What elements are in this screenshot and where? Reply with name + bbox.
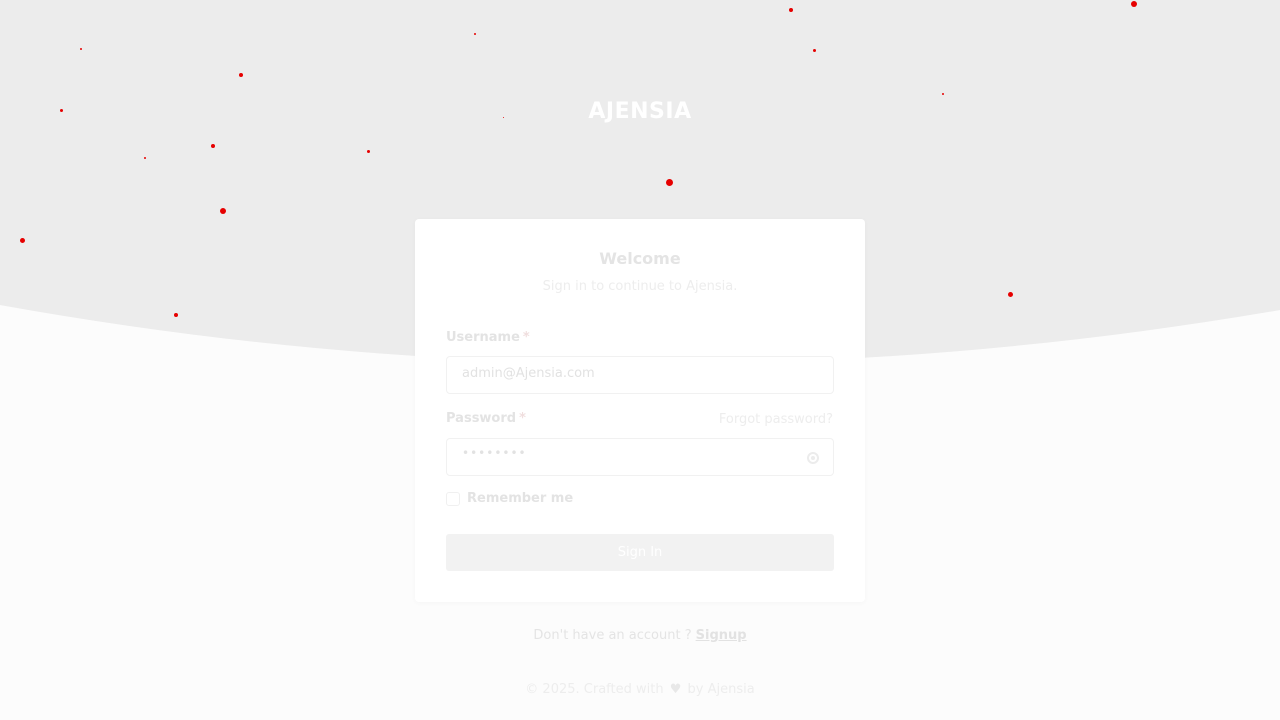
footer-suffix: by Ajensia [687,682,755,697]
heart-icon: ♥ [669,682,682,697]
username-value: admin@Ajensia.com [462,366,595,381]
signup-prompt-text: Don't have an account ? [533,628,692,643]
username-label-text: Username [446,330,520,345]
eye-icon[interactable] [807,452,819,464]
card-subtitle: Sign in to continue to Ajensia. [542,279,738,294]
login-card: Welcome Sign in to continue to Ajensia. … [415,219,865,602]
signup-prompt: Don't have an account ? Signup [0,628,1280,643]
username-label: Username * [446,330,530,345]
password-label-text: Password [446,411,517,426]
password-label: Password * [446,411,526,426]
card-title: Welcome [599,249,681,268]
password-value: •••••••• [462,446,527,460]
remember-me-label[interactable]: Remember me [467,491,573,506]
username-field[interactable]: admin@Ajensia.com [446,356,834,394]
forgot-password-link[interactable]: Forgot password? [719,412,833,427]
footer: © 2025. Crafted with ♥ by Ajensia [0,682,1280,697]
sign-in-button[interactable]: Sign In [446,534,834,571]
brand-logo[interactable]: AJENSIA [0,99,1280,124]
signup-link[interactable]: Signup [696,628,747,643]
password-field[interactable]: •••••••• [446,438,834,476]
required-mark: * [522,330,530,345]
footer-prefix: © 2025. Crafted with [525,682,664,697]
login-page: AJENSIA Welcome Sign in to continue to A… [0,0,1280,720]
remember-me-checkbox[interactable] [446,492,460,506]
required-mark: * [519,411,526,426]
